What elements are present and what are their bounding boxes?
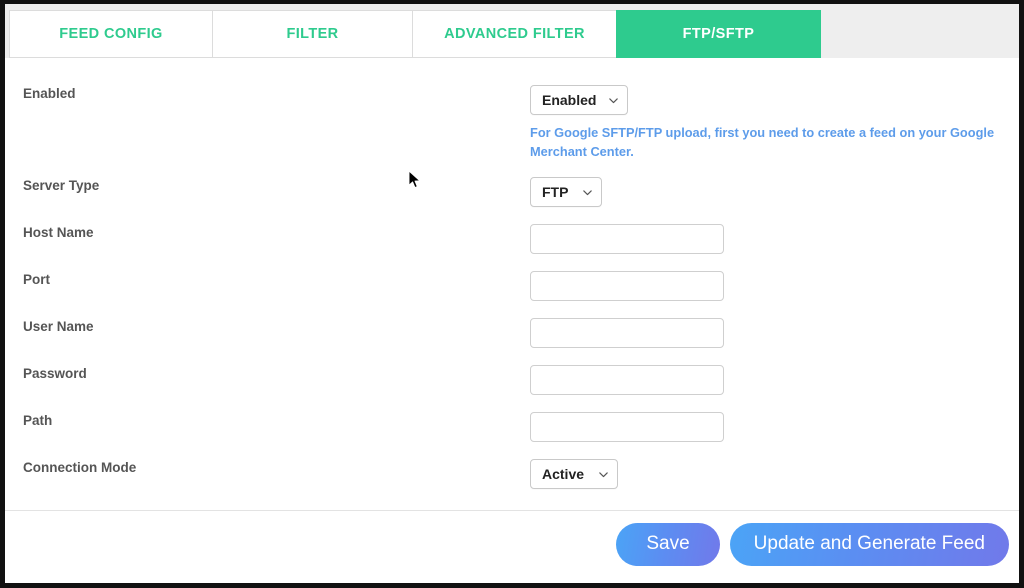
chevron-down-icon (598, 469, 609, 480)
tab-advanced-filter-label: ADVANCED FILTER (444, 26, 585, 42)
enabled-select[interactable]: Enabled (530, 85, 629, 115)
label-path: Path (23, 413, 53, 428)
chevron-down-icon (608, 95, 619, 106)
control-enabled: Enabled For Google SFTP/FTP upload, firs… (517, 85, 1019, 161)
update-and-generate-feed-button[interactable]: Update and Generate Feed (729, 522, 1009, 566)
label-server-type: Server Type (23, 178, 100, 193)
label-port: Port (23, 272, 50, 287)
row-host-name: Host Name (5, 224, 1019, 271)
app-window: FEED CONFIG FILTER ADVANCED FILTER FTP/S… (0, 0, 1024, 588)
chevron-down-icon (582, 187, 593, 198)
control-server-type: FTP (517, 177, 1019, 207)
port-input[interactable] (530, 271, 724, 301)
row-port: Port (5, 271, 1019, 318)
row-password: Password (5, 365, 1019, 412)
password-input[interactable] (530, 365, 724, 395)
control-user-name (517, 318, 1019, 348)
label-user-name: User Name (23, 319, 94, 334)
ftp-settings-form: Enabled Enabled For Google SFTP/FTP uplo… (5, 58, 1019, 510)
connection-mode-select[interactable]: Active (530, 459, 618, 489)
label-enabled: Enabled (23, 86, 76, 101)
row-connection-mode: Connection Mode Active (5, 459, 1019, 506)
control-password (517, 365, 1019, 395)
server-type-select[interactable]: FTP (530, 177, 602, 207)
tab-ftp-sftp-label: FTP/SFTP (682, 26, 755, 42)
connection-mode-select-value: Active (542, 466, 585, 482)
control-port (517, 271, 1019, 301)
label-host-name: Host Name (23, 225, 94, 240)
host-name-input[interactable] (530, 224, 724, 254)
tab-feed-config-label: FEED CONFIG (59, 26, 163, 42)
tab-ftp-sftp[interactable]: FTP/SFTP (616, 10, 821, 58)
user-name-input[interactable] (530, 318, 724, 348)
save-button[interactable]: Save (616, 522, 720, 566)
tab-filter-label: FILTER (286, 26, 339, 42)
label-connection-mode: Connection Mode (23, 460, 137, 475)
path-input[interactable] (530, 412, 724, 442)
control-connection-mode: Active (517, 459, 1019, 489)
tab-bar: FEED CONFIG FILTER ADVANCED FILTER FTP/S… (5, 4, 1019, 58)
row-user-name: User Name (5, 318, 1019, 365)
server-type-select-value: FTP (542, 184, 569, 200)
row-enabled: Enabled Enabled For Google SFTP/FTP uplo… (5, 85, 1019, 161)
tab-advanced-filter[interactable]: ADVANCED FILTER (412, 10, 617, 58)
google-merchant-hint-link[interactable]: For Google SFTP/FTP upload, first you ne… (530, 123, 1000, 161)
tab-feed-config[interactable]: FEED CONFIG (9, 10, 213, 58)
app-window-inner: FEED CONFIG FILTER ADVANCED FILTER FTP/S… (5, 4, 1019, 583)
control-path (517, 412, 1019, 442)
row-server-type: Server Type FTP (5, 177, 1019, 224)
label-password: Password (23, 366, 87, 381)
enabled-select-value: Enabled (542, 92, 597, 108)
tab-filter[interactable]: FILTER (212, 10, 413, 58)
form-footer: Save Update and Generate Feed (5, 511, 1019, 577)
control-host-name (517, 224, 1019, 254)
row-path: Path (5, 412, 1019, 459)
